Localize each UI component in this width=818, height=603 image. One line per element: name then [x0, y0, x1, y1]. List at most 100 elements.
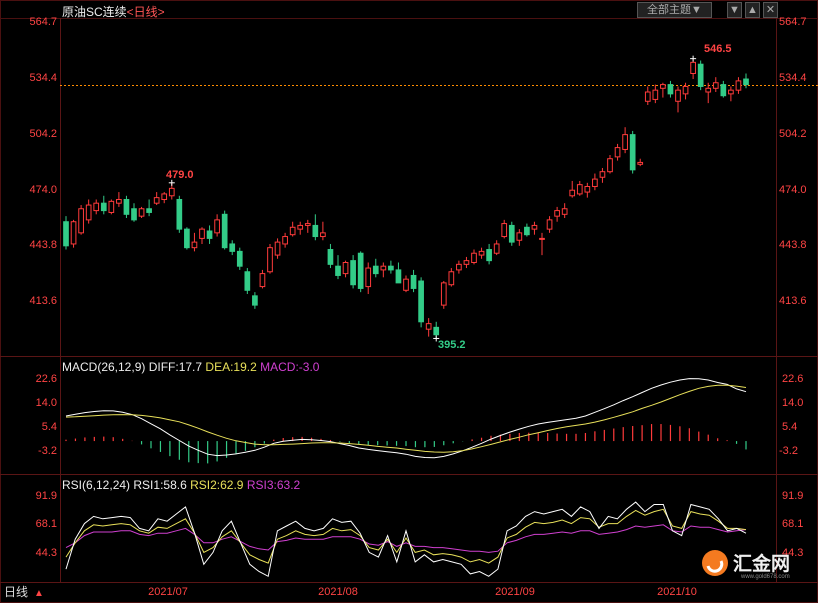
candle-body — [259, 273, 266, 288]
rsi2-label: RSI2:62.9 — [190, 478, 244, 492]
macd-value-label: MACD:-3.0 — [260, 360, 320, 374]
candle-body — [516, 232, 523, 241]
price-tick-left-6: 413.6 — [29, 295, 57, 307]
rsi1-label: RSI1:58.6 — [133, 478, 187, 492]
candle-body — [199, 228, 205, 239]
price-tick-left-2: 534.4 — [29, 72, 57, 84]
candle-body — [471, 252, 477, 263]
candle-body — [403, 278, 409, 291]
candle-body — [629, 134, 636, 171]
candle-body — [335, 265, 341, 276]
scroll-down-button[interactable]: ▼ — [727, 2, 742, 18]
rsi-tick-2: 68.1 — [782, 518, 803, 530]
rsi-tick-left-1: 91.9 — [36, 490, 57, 502]
macd-tick-2: 14.0 — [782, 397, 803, 409]
price-tick-3: 504.2 — [779, 128, 807, 140]
candle-body — [508, 224, 515, 243]
candle-body — [667, 84, 674, 95]
theme-dropdown[interactable]: 全部主题▼ — [637, 2, 712, 18]
candle-body — [486, 249, 492, 262]
macd-title: MACD(26,12,9) — [62, 360, 146, 374]
candle-body — [176, 198, 183, 230]
macd-tick-1: 22.6 — [782, 373, 803, 385]
candle-body — [70, 221, 77, 245]
price-tick-5: 443.8 — [779, 239, 807, 251]
stock-chart[interactable]: 564.7 534.4 504.2 474.0 443.8 413.6 564.… — [0, 0, 818, 603]
macd-dea-label: DEA:19.2 — [205, 360, 257, 374]
candle-body — [418, 280, 424, 323]
candlestick-panel — [60, 55, 818, 342]
candle-body — [720, 84, 727, 97]
price-tick-6: 413.6 — [779, 295, 807, 307]
price-tick-left-5: 443.8 — [29, 239, 57, 251]
candle-body — [274, 241, 281, 256]
candle-body — [614, 147, 621, 158]
candle-body — [410, 274, 417, 289]
candle-body — [660, 84, 666, 89]
candle-body — [244, 271, 251, 291]
watermark-text: 汇金网 — [733, 552, 790, 575]
candle-body — [697, 63, 704, 87]
footer-period-label[interactable]: 日线 — [4, 585, 28, 599]
candle-body — [131, 208, 137, 221]
rsi1-line — [65, 501, 747, 578]
candle-body — [184, 228, 190, 249]
candle-body — [146, 208, 152, 213]
macd-tick-left-1: 22.6 — [36, 373, 57, 385]
candle-body — [463, 260, 470, 265]
time-label-jul: 2021/07 — [148, 586, 188, 598]
peak-price-label: 479.0 — [166, 169, 194, 181]
candle-body — [493, 243, 500, 254]
candle-body — [380, 265, 387, 271]
candle-body — [554, 210, 560, 217]
candle-body — [327, 249, 334, 265]
candle-body — [252, 295, 258, 306]
candle-body — [214, 219, 220, 234]
candle-body — [63, 221, 69, 247]
candle-body — [221, 213, 228, 249]
candle-body — [728, 89, 734, 95]
rsi-header: RSI(6,12,24) RSI1:58.6 RSI2:62.9 RSI3:63… — [62, 478, 300, 492]
rsi-tick-left-2: 68.1 — [36, 518, 57, 530]
macd-diff-label: DIFF:17.7 — [148, 360, 203, 374]
price-tick-2: 534.4 — [779, 72, 807, 84]
chart-header: 原油SC连续<日线> — [62, 3, 165, 20]
candle-body — [599, 171, 606, 178]
footer-up-arrow-icon[interactable]: ▲ — [34, 588, 44, 599]
candle-body — [289, 226, 296, 236]
candle-body — [531, 224, 538, 230]
candle-body — [267, 247, 273, 273]
candle-body — [576, 184, 583, 195]
instrument-name: 原油SC连续 — [62, 5, 127, 19]
candle-body — [108, 200, 115, 213]
candle-body — [161, 193, 168, 200]
macd-tick-left-3: 5.4 — [42, 421, 57, 433]
close-button[interactable]: ✕ — [763, 2, 778, 18]
candle-body — [357, 252, 364, 289]
candle-body — [735, 80, 742, 91]
candle-body — [342, 261, 349, 275]
period-selector[interactable]: <日线> — [127, 5, 165, 19]
rsi3-label: RSI3:63.2 — [246, 478, 301, 492]
candle-body — [637, 161, 644, 165]
rsi2-line — [65, 508, 747, 564]
candle-body — [425, 323, 432, 330]
candle-body — [350, 260, 356, 286]
candle-body — [478, 250, 485, 256]
candle-body — [229, 243, 236, 252]
candle-body — [622, 134, 628, 150]
candle-body — [448, 271, 455, 286]
macd-header: MACD(26,12,9) DIFF:17.7 DEA:19.2 MACD:-3… — [62, 360, 319, 374]
candle-body — [607, 158, 613, 173]
price-tick-left-1: 564.7 — [29, 16, 57, 28]
candle-body — [524, 226, 530, 236]
candle-body — [320, 232, 326, 238]
rsi-panel — [65, 501, 747, 578]
rsi-tick-left-3: 44.3 — [36, 547, 57, 559]
candle-body — [138, 208, 145, 217]
scroll-up-button[interactable]: ▲ — [745, 2, 760, 18]
macd-tick-left-4: -3.2 — [38, 445, 57, 457]
candle-body — [282, 236, 288, 245]
price-tick-left-4: 474.0 — [29, 184, 57, 196]
time-label-oct: 2021/10 — [657, 586, 697, 598]
